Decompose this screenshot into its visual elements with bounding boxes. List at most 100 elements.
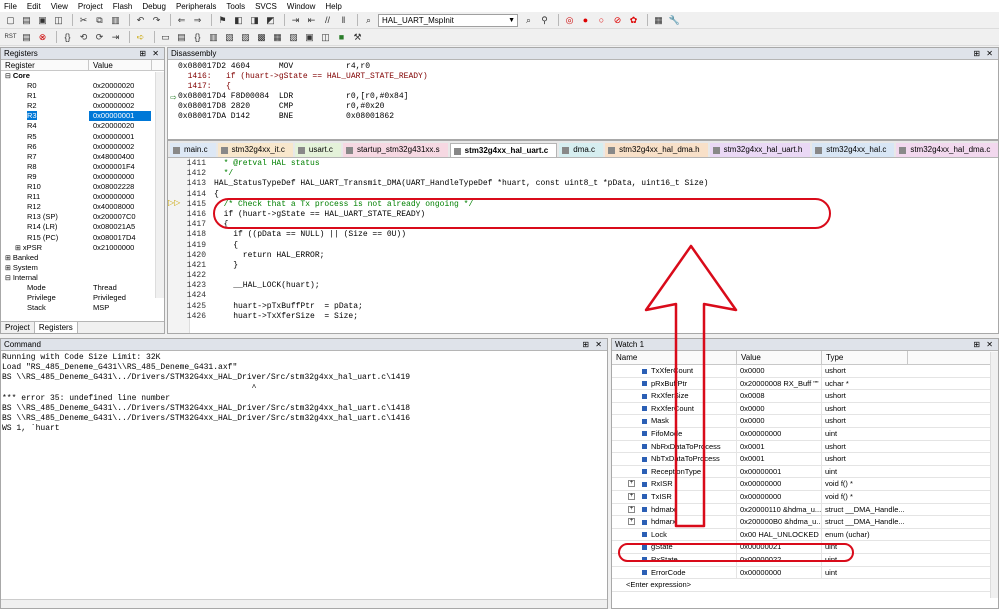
code-line[interactable]: 1420 return HAL_ERROR; <box>168 251 998 261</box>
code-area[interactable]: 1411 * @retval HAL status 1412 */1413 HAL_… <box>168 158 998 333</box>
expand-icon[interactable]: + <box>628 492 635 500</box>
code-line[interactable]: 1419 { <box>168 241 998 251</box>
save-all-icon[interactable]: ◫ <box>52 14 65 27</box>
register-row[interactable]: R1 0x20000000 <box>1 91 164 101</box>
watch-value[interactable]: 0x00000000 <box>737 478 822 490</box>
menu-item[interactable]: Peripherals <box>176 2 216 11</box>
register-row[interactable]: R12 0x40008000 <box>1 202 164 212</box>
disassembly-instruction[interactable]: 0x080017D4 F8D00084 LDR r0,[r0,#0x84] <box>168 92 998 102</box>
breakpoint-icon[interactable]: ● <box>579 14 592 27</box>
analysis-window-icon[interactable]: ▨ <box>287 31 300 44</box>
kill-breakpoints-icon[interactable]: ⊘ <box>611 14 624 27</box>
disassembly-window-icon[interactable]: ▤ <box>175 31 188 44</box>
disassembly-source-line[interactable]: 1417: { <box>168 82 998 92</box>
save-icon[interactable]: ▣ <box>36 14 49 27</box>
panel-controls[interactable]: ⊞ ✕ <box>973 340 995 349</box>
menu-item[interactable]: Window <box>287 2 315 11</box>
menu-item[interactable]: File <box>4 2 17 11</box>
disassembly-instruction[interactable]: 0x080017D8 2820 CMP r0,#0x20 <box>168 102 998 112</box>
editor-tab[interactable]: stm32g4xx_hal.c <box>812 143 895 157</box>
register-row[interactable]: ⊟ Internal <box>1 273 164 283</box>
toolbox-icon[interactable]: ■ <box>335 31 348 44</box>
kill-all-breakpoints-icon[interactable]: ✿ <box>627 14 640 27</box>
find-in-files-icon[interactable]: ⌕ <box>362 14 375 27</box>
watch-value[interactable]: 0x20000110 &hdma_u... <box>737 503 822 516</box>
watch-value[interactable]: 0x0001 <box>737 453 822 465</box>
step-over-icon[interactable]: ⟲ <box>77 31 90 44</box>
paste-icon[interactable]: ▥ <box>109 14 122 27</box>
code-line[interactable]: 1418 if ((pData == NULL) || (Size == 0U)… <box>168 230 998 240</box>
register-row[interactable]: R2 0x00000002 <box>1 101 164 111</box>
bookmark-icon[interactable]: ⚑ <box>216 14 229 27</box>
register-row[interactable]: R6 0x00000002 <box>1 142 164 152</box>
editor-tab[interactable]: usart.c <box>294 143 341 157</box>
configure-icon[interactable]: 🔧 <box>668 14 681 27</box>
expand-icon[interactable]: ⊞ <box>15 245 23 252</box>
editor-tab[interactable]: stm32g4xx_hal_uart.c <box>449 143 558 157</box>
code-line[interactable]: 1411 * @retval HAL status <box>168 159 998 169</box>
disable-breakpoint-icon[interactable]: ○ <box>595 14 608 27</box>
watch-value[interactable]: 0x00000000 <box>737 427 822 440</box>
register-row[interactable]: Stack MSP <box>1 303 164 313</box>
code-line[interactable]: 1412 */ <box>168 169 998 179</box>
command-window-icon[interactable]: ▭ <box>159 31 172 44</box>
undo-icon[interactable]: ↶ <box>134 14 147 27</box>
code-line[interactable]: 1413 HAL_StatusTypeDef HAL_UART_Transmit_… <box>168 179 998 189</box>
code-line[interactable]: 1424 <box>168 291 998 301</box>
watch-value[interactable]: 0x0000 <box>737 365 822 377</box>
uncomment-icon[interactable]: ‖ <box>337 14 350 27</box>
register-row[interactable]: R5 0x00000001 <box>1 132 164 142</box>
menu-item[interactable]: Tools <box>226 2 245 11</box>
cut-icon[interactable]: ✂ <box>77 14 90 27</box>
registers-scrollbar[interactable] <box>155 72 164 298</box>
watch-value[interactable]: 0x200000B0 &hdma_u... <box>737 516 822 528</box>
code-line[interactable]: 1423 __HAL_LOCK(huart); <box>168 281 998 291</box>
expand-icon[interactable]: + <box>628 505 635 513</box>
register-row[interactable]: R3 0x00000001 <box>1 111 164 122</box>
watch-value[interactable]: 0x00000000 <box>737 566 822 579</box>
incremental-find-icon[interactable]: ⚲ <box>538 14 551 27</box>
register-row[interactable]: R11 0x00000000 <box>1 192 164 202</box>
stop-icon[interactable]: ⊗ <box>36 31 49 44</box>
expand-icon[interactable]: ⊞ <box>5 255 13 262</box>
editor-tab[interactable]: stm32g4xx_hal_dma.c <box>896 143 998 157</box>
nav-forward-icon[interactable]: ⇒ <box>191 14 204 27</box>
register-row[interactable]: R7 0x48000400 <box>1 152 164 162</box>
watch-value[interactable]: 0x00 HAL_UNLOCKED <box>737 528 822 541</box>
show-next-statement-icon[interactable]: ➪ <box>134 31 147 44</box>
code-line[interactable]: 1425 huart->pTxBuffPtr = pData; <box>168 302 998 312</box>
editor-tab[interactable]: dma.c <box>559 143 604 157</box>
watch-value[interactable]: 0x0008 <box>737 390 822 402</box>
register-row[interactable]: R9 0x00000000 <box>1 172 164 182</box>
panel-controls[interactable]: ⊞ ✕ <box>582 340 604 349</box>
value-column-header[interactable]: Value <box>737 351 822 364</box>
memory-window-icon[interactable]: ▩ <box>255 31 268 44</box>
run-to-cursor-icon[interactable]: ⇥ <box>109 31 122 44</box>
register-row[interactable]: R13 (SP) 0x200007C0 <box>1 212 164 222</box>
window-layout-icon[interactable]: ▦ <box>652 14 665 27</box>
registers-window-icon[interactable]: ▥ <box>207 31 220 44</box>
register-row[interactable]: R10 0x08002228 <box>1 182 164 192</box>
code-line[interactable]: 1421 } <box>168 261 998 271</box>
reset-icon[interactable]: RST <box>4 31 17 44</box>
watch-value[interactable]: 0x00000000 <box>737 490 822 503</box>
debug-settings-icon[interactable]: ⚒ <box>351 31 364 44</box>
register-row[interactable]: ⊞ xPSR 0x21000000 <box>1 243 164 253</box>
menu-item[interactable]: Debug <box>142 2 166 11</box>
debug-session-icon[interactable]: ◎ <box>563 14 576 27</box>
register-row[interactable]: R0 0x20000020 <box>1 81 164 91</box>
watch-window-icon[interactable]: ▨ <box>239 31 252 44</box>
type-column-header[interactable]: Type <box>822 351 908 364</box>
disassembly-instruction[interactable]: 0x080017DA D142 BNE 0x08001862 <box>168 112 998 122</box>
prev-bookmark-icon[interactable]: ◧ <box>232 14 245 27</box>
function-combo[interactable]: HAL_UART_MspInit ▼ <box>378 13 518 27</box>
code-line[interactable]: 1422 <box>168 271 998 281</box>
find-icon[interactable]: ⌕ <box>522 14 535 27</box>
run-icon[interactable]: ▤ <box>20 31 33 44</box>
watch-value[interactable]: 0x0000 <box>737 402 822 415</box>
editor-tab[interactable]: main.c <box>170 143 216 157</box>
indent-icon[interactable]: ⇥ <box>289 14 302 27</box>
collapse-icon[interactable]: ⊟ <box>5 275 13 282</box>
new-file-icon[interactable]: ▢ <box>4 14 17 27</box>
register-row[interactable]: Privilege Privileged <box>1 293 164 303</box>
